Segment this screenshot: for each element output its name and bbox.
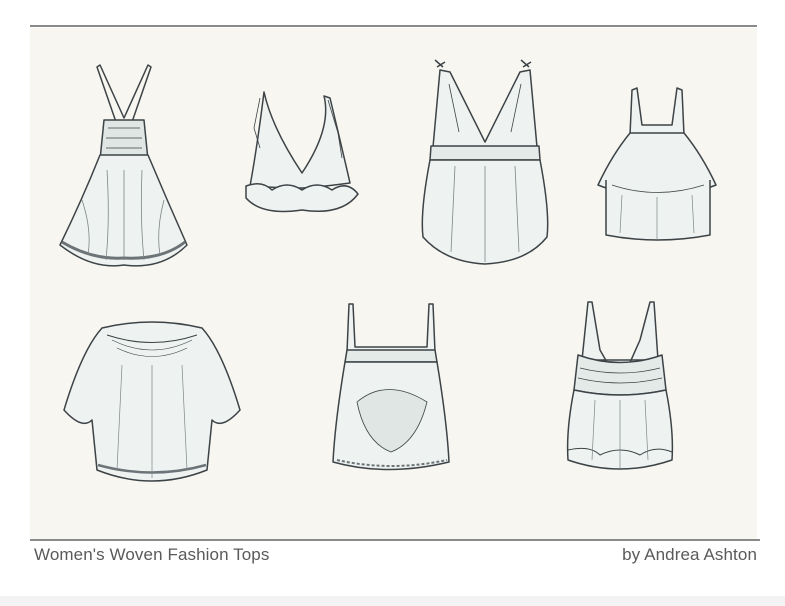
footer-band [0,596,785,606]
empire-top-sketch [415,59,555,272]
bottom-rule [30,539,760,541]
peasant-top-sketch [62,320,242,495]
vneck-cami-sketch [560,300,680,478]
top-rule [30,25,757,27]
babydoll-top-sketch [52,60,192,275]
tiered-top-sketch [592,85,722,245]
portfolio-title: Women's Woven Fashion Tops [34,545,270,564]
bralette-sketch [242,88,362,218]
author-credit: by Andrea Ashton [622,545,757,564]
eyelet-cami-sketch [327,302,457,477]
